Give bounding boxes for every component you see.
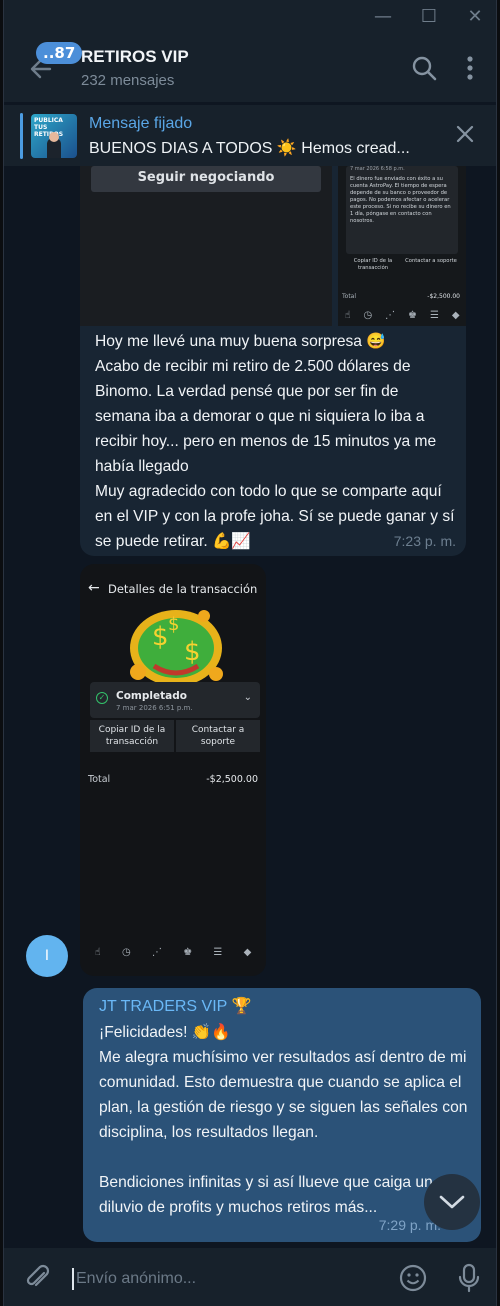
arrow-back-icon: ← (88, 580, 100, 596)
emoji-button[interactable] (398, 1263, 428, 1297)
message-bubble-2[interactable]: ← Detalles de la transacción $ $ $ ✓ Com… (80, 564, 266, 976)
total-label: Total (88, 774, 111, 785)
list-icon: ☰ (429, 309, 439, 321)
total-value: -$2,500.00 (206, 774, 258, 785)
maximize-button[interactable]: ☐ (416, 5, 442, 29)
search-button[interactable] (410, 54, 438, 86)
svg-text:$: $ (168, 614, 179, 635)
more-vertical-icon (467, 56, 473, 80)
trophy-icon: ♚ (183, 946, 193, 958)
hand-icon: ☝ (94, 946, 101, 958)
svg-text:$: $ (184, 637, 201, 667)
trophy-icon: ♚ (408, 309, 418, 321)
receipt-total-value: -$2,500.00 (427, 293, 460, 300)
emoji-icon (399, 1264, 427, 1292)
unread-badge: ..87 (36, 42, 83, 64)
search-icon (412, 56, 437, 81)
photo-right[interactable]: 7 mar 2026 6:58 p.m. El dinero fue envia… (338, 166, 466, 326)
scroll-down-button[interactable] (424, 1174, 480, 1230)
pinned-message-bar[interactable]: PUBLICA TUS RETIROS Mensaje fijado BUENO… (4, 104, 496, 166)
chat-subtitle: 232 mensajes (81, 72, 175, 89)
photo-left[interactable]: Seguir negociando (80, 166, 332, 326)
message-composer: Envío anónimo... (4, 1248, 496, 1306)
chevron-down-icon (439, 1195, 465, 1209)
pinned-text: BUENOS DIAS A TODOS ☀️ Hemos cread... (89, 140, 410, 157)
voice-button[interactable] (456, 1262, 482, 1298)
status-date: 7 mar 2026 6:51 p.m. (116, 704, 193, 712)
hand-icon: ☝ (344, 309, 351, 321)
receipt-total-label: Total (342, 293, 357, 300)
transaction-screen-title: Detalles de la transacción (108, 582, 258, 596)
close-window-button[interactable]: ✕ (462, 5, 488, 29)
money-bag-icon: $ $ $ (124, 600, 228, 690)
reply-text: ¡Felicidades! 👏🔥 Me alegra muchísimo ver… (99, 1024, 468, 1216)
contact-support-button: Contactar a soporte (176, 720, 260, 752)
receipt-date: 7 mar 2026 6:58 p.m. (350, 166, 405, 172)
telegram-window: — ☐ ✕ ..87 RETIROS VIP 232 mensajes PUBL… (3, 0, 497, 1306)
clock-icon: ◷ (363, 309, 373, 321)
status-text: Completado (116, 690, 187, 702)
receipt-body: El dinero fue enviado con éxito a su cue… (350, 176, 451, 224)
app-nav-bar: ☝ ◷ ⋰ ♚ ☰ ◆ (84, 944, 262, 960)
close-icon (456, 125, 474, 143)
copy-id-button: Copiar ID de la transacción (90, 720, 174, 752)
share-icon: ⋰ (151, 946, 162, 958)
more-menu-button[interactable] (460, 54, 480, 86)
svg-text:$: $ (152, 622, 169, 652)
microphone-icon (458, 1263, 480, 1293)
message-text-1: Hoy me llevé una muy buena sorpresa 😅 Ac… (95, 333, 455, 550)
window-titlebar: — ☐ ✕ (4, 0, 496, 34)
message-input[interactable]: Envío anónimo... (76, 1270, 196, 1288)
chat-header: ..87 RETIROS VIP 232 mensajes (4, 34, 496, 102)
pinned-indicator (20, 113, 23, 159)
status-card: ✓ Completado 7 mar 2026 6:51 p.m. ⌄ (90, 682, 260, 718)
unpin-button[interactable] (454, 123, 476, 149)
attach-button[interactable] (24, 1264, 52, 1296)
list-icon: ☰ (213, 946, 223, 958)
clock-icon: ◷ (121, 946, 131, 958)
message-bubble-reply[interactable]: JT TRADERS VIP 🏆 ¡Felicidades! 👏🔥 Me ale… (83, 988, 481, 1242)
chat-title[interactable]: RETIROS VIP (81, 47, 189, 67)
gem-icon: ◆ (451, 309, 460, 321)
receipt-contact: Contactar a soporte (405, 258, 457, 264)
reply-author[interactable]: JT TRADERS VIP 🏆 (99, 996, 251, 1016)
paperclip-icon (26, 1264, 50, 1287)
check-circle-icon: ✓ (96, 692, 108, 704)
message-bubble-1[interactable]: Seguir negociando 7 mar 2026 6:58 p.m. E… (80, 166, 466, 556)
pinned-thumbnail: PUBLICA TUS RETIROS (31, 114, 77, 158)
chevron-down-icon: ⌄ (243, 692, 252, 703)
message-time-1: 7:23 p. m. (393, 533, 456, 549)
photo-button-continue: Seguir negociando (91, 166, 321, 192)
receipt-nav-bar: ☝ ◷ ⋰ ♚ ☰ ◆ (338, 308, 466, 322)
message-list[interactable]: Seguir negociando 7 mar 2026 6:58 p.m. E… (4, 166, 496, 1248)
share-icon: ⋰ (385, 309, 396, 321)
sender-avatar[interactable]: I (26, 935, 68, 977)
receipt-copy-id: Copiar ID de la transacción (353, 258, 393, 271)
minimize-button[interactable]: — (370, 5, 396, 29)
gem-icon: ◆ (243, 946, 252, 958)
pinned-label: Mensaje fijado (89, 115, 193, 132)
